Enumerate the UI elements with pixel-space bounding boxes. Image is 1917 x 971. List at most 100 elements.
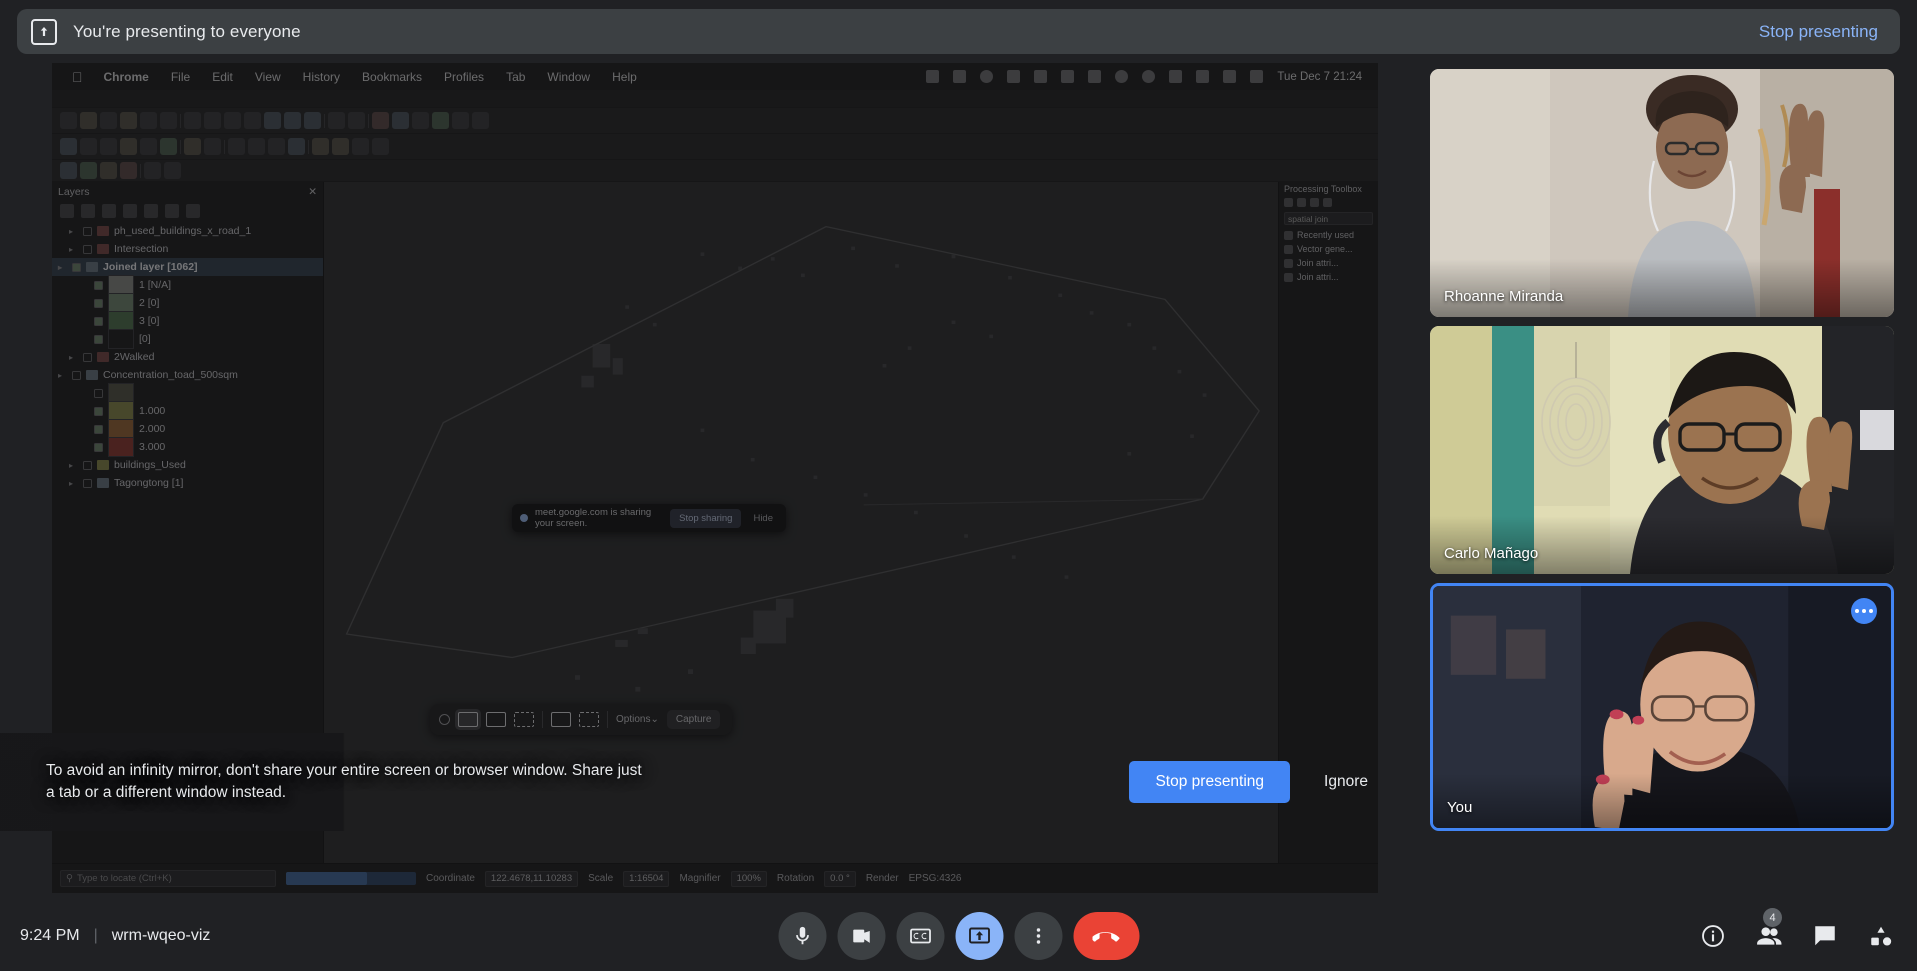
processing-search-input[interactable]: spatial join	[1284, 212, 1373, 225]
qgis-toolbar-row-2[interactable]	[52, 134, 1378, 160]
layer-visibility-checkbox[interactable]	[72, 370, 81, 380]
more-options-button[interactable]	[1014, 912, 1062, 960]
remove-layer-icon[interactable]	[186, 204, 200, 218]
zoom-out-icon[interactable]	[244, 112, 261, 129]
mac-menu-item-bookmarks[interactable]: Bookmarks	[351, 70, 433, 84]
zoom-full-icon[interactable]	[264, 112, 281, 129]
python-console-icon[interactable]	[352, 138, 369, 155]
processing-algorithm-item[interactable]: Recently used	[1279, 228, 1378, 242]
coordinate-value[interactable]: 122.4678,11.10283	[484, 870, 579, 887]
expander-icon[interactable]: ▸	[69, 227, 78, 236]
expander-icon[interactable]: ▸	[69, 353, 78, 362]
mac-menu-item-profiles[interactable]: Profiles	[433, 70, 495, 84]
scale-value[interactable]: 1:16504	[623, 870, 670, 887]
measure-line-icon[interactable]	[412, 112, 429, 129]
layer-visibility-checkbox[interactable]	[94, 406, 103, 416]
layer-row[interactable]: ▸ buildings_Used	[52, 456, 323, 474]
vertex-tool-icon[interactable]	[140, 138, 157, 155]
open-layer-styling-icon[interactable]	[60, 204, 74, 218]
pan-map-icon[interactable]	[184, 112, 201, 129]
mac-menu-item-file[interactable]: File	[160, 70, 201, 84]
capture-button[interactable]: Capture	[666, 710, 721, 729]
chat-button[interactable]	[1811, 922, 1839, 950]
present-button[interactable]	[955, 912, 1003, 960]
expander-icon[interactable]: ▸	[58, 371, 67, 380]
identify-features-icon[interactable]	[452, 112, 469, 129]
snapping-icon[interactable]	[204, 138, 221, 155]
layer-row[interactable]: ▸ Concentration_toad_500sqm	[52, 366, 323, 384]
history-icon[interactable]	[1310, 198, 1319, 207]
expander-icon[interactable]: ▸	[69, 461, 78, 470]
layer-visibility-checkbox[interactable]	[83, 226, 92, 236]
legend-class-row[interactable]: 1 [N/A]	[52, 275, 323, 295]
rotation-value[interactable]: 0.0 °	[824, 870, 856, 887]
mac-menu-item-chrome[interactable]: Chrome	[93, 70, 160, 84]
layer-row[interactable]: ▸ ph_used_buildings_x_road_1	[52, 222, 323, 240]
select-features-icon[interactable]	[228, 138, 245, 155]
qgis-toolbar-row-3[interactable]	[52, 160, 1378, 182]
mac-menu-item-view[interactable]: View	[244, 70, 292, 84]
mac-menu-item-help[interactable]: Help	[601, 70, 648, 84]
participant-tile-self[interactable]: You	[1430, 583, 1894, 831]
collapse-all-icon[interactable]	[165, 204, 179, 218]
add-group-icon[interactable]	[81, 204, 95, 218]
panel-close-icon[interactable]: ✕	[308, 186, 317, 198]
qgis-locator-input[interactable]: ⚲ Type to locate (Ctrl+K)	[60, 870, 276, 887]
layers-panel-toolbar[interactable]	[52, 200, 323, 222]
save-layer-edits-icon[interactable]	[100, 138, 117, 155]
mac-menu-item-history[interactable]: History	[292, 70, 351, 84]
add-raster-layer-icon[interactable]	[80, 162, 97, 179]
add-delimited-text-icon[interactable]	[100, 162, 117, 179]
legend-class-row[interactable]: 3.000	[52, 437, 323, 457]
run-algorithm-icon[interactable]	[1297, 198, 1306, 207]
save-project-icon[interactable]	[100, 112, 117, 129]
record-selection-icon[interactable]	[579, 712, 599, 727]
layer-visibility-checkbox[interactable]	[94, 298, 103, 308]
legend-class-row[interactable]	[52, 383, 323, 403]
zoom-next-icon[interactable]	[348, 112, 365, 129]
layer-visibility-checkbox[interactable]	[83, 460, 92, 470]
ignore-button[interactable]: Ignore	[1308, 761, 1384, 803]
layer-row[interactable]: ▸ Tagongtong [1]	[52, 474, 323, 492]
legend-class-row[interactable]: [0]	[52, 329, 323, 349]
layer-row[interactable]: ▸ Intersection	[52, 240, 323, 258]
layer-visibility-checkbox[interactable]	[83, 352, 92, 362]
layer-visibility-checkbox[interactable]	[94, 442, 103, 452]
record-screen-icon[interactable]	[551, 712, 571, 727]
layer-visibility-checkbox[interactable]	[94, 388, 103, 398]
new-map-view-icon[interactable]	[372, 112, 389, 129]
run-model-icon[interactable]	[1284, 198, 1293, 207]
model-designer-icon[interactable]	[332, 138, 349, 155]
layer-row[interactable]: ▸ 2Walked	[52, 348, 323, 366]
layer-row[interactable]: ▸ Joined layer [1062]	[52, 258, 323, 276]
mac-menu-item-edit[interactable]: Edit	[201, 70, 244, 84]
refresh-icon[interactable]	[472, 112, 489, 129]
expand-all-icon[interactable]	[144, 204, 158, 218]
zoom-layer-icon[interactable]	[304, 112, 321, 129]
results-viewer-icon[interactable]	[1323, 198, 1332, 207]
activities-button[interactable]	[1867, 922, 1895, 950]
participant-tile-rhoanne[interactable]: Rhoanne Miranda	[1430, 69, 1894, 317]
expander-icon[interactable]: ▸	[69, 245, 78, 254]
digitize-icon[interactable]	[184, 138, 201, 155]
layer-visibility-checkbox[interactable]	[83, 244, 92, 254]
participant-tile-carlo[interactable]: Carlo Mañago	[1430, 326, 1894, 574]
leave-call-button[interactable]	[1073, 912, 1139, 960]
processing-toolbar[interactable]	[1279, 196, 1378, 209]
zoom-in-icon[interactable]	[224, 112, 241, 129]
add-postgis-layer-icon[interactable]	[120, 162, 137, 179]
layer-visibility-checkbox[interactable]	[94, 316, 103, 326]
mac-menu-item-window[interactable]: Window	[536, 70, 601, 84]
processing-toolbox-icon[interactable]	[312, 138, 329, 155]
qgis-toolbar-row-1[interactable]	[52, 108, 1378, 134]
layer-visibility-checkbox[interactable]	[94, 334, 103, 344]
zoom-last-icon[interactable]	[328, 112, 345, 129]
capture-selection-icon[interactable]	[514, 712, 534, 727]
macos-screenshot-toolbar[interactable]: Options⌄ Capture	[430, 704, 732, 735]
zoom-selection-icon[interactable]	[284, 112, 301, 129]
close-capture-icon[interactable]	[439, 714, 450, 725]
field-calculator-icon[interactable]	[288, 138, 305, 155]
layer-visibility-checkbox[interactable]	[72, 262, 81, 272]
add-vector-layer-icon[interactable]	[60, 162, 77, 179]
open-attribute-table-icon[interactable]	[268, 138, 285, 155]
